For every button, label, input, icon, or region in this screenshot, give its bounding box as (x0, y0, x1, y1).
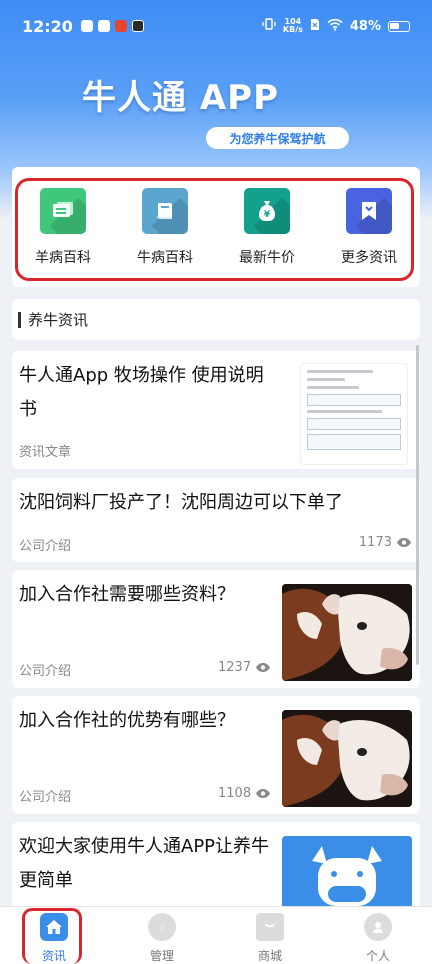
tab-label: 商城 (257, 949, 282, 963)
quick-link-sheep-disease[interactable]: 羊病百科 (12, 188, 114, 267)
news-item[interactable]: 牛人通App 牧场操作 使用说明书 资讯文章 (12, 351, 420, 469)
quick-link-label: 羊病百科 (35, 250, 91, 266)
quick-link-more-news[interactable]: 更多资讯 (318, 188, 420, 267)
bookmark-icon (346, 188, 392, 234)
tab-label: 个人 (365, 949, 390, 963)
eye-icon (256, 663, 271, 672)
section-marker (18, 311, 21, 328)
news-item[interactable]: 沈阳饲料厂投产了！沈阳周边可以下单了 公司介绍 1173 (12, 478, 420, 562)
play-icon (131, 20, 144, 32)
app-logo-thumbnail (282, 836, 412, 912)
quick-link-cattle-disease[interactable]: 牛病百科 (114, 188, 216, 267)
view-count: 1173 (359, 535, 412, 550)
view-count-value: 1173 (358, 535, 392, 550)
sim-icon (310, 18, 320, 35)
shop-icon (256, 913, 284, 941)
tab-manage[interactable]: 管理 (108, 907, 216, 964)
highlight-outline (22, 908, 82, 964)
news-category: 资讯文章 (19, 445, 72, 460)
view-count: 1108 (218, 786, 271, 801)
vibrate-icon (262, 17, 276, 35)
user-icon (364, 913, 392, 941)
notification-icons (80, 20, 144, 32)
tab-label: 管理 (149, 949, 174, 963)
status-bar: 12:20 104 KB/s 48% (0, 0, 432, 52)
eye-icon (397, 538, 411, 547)
view-count-value: 1237 (218, 660, 252, 675)
quick-links: 羊病百科 牛病百科 ¥ 最新牛价 更多资讯 (12, 188, 420, 267)
tab-profile[interactable]: 个人 (324, 907, 432, 964)
money-bag-icon: ¥ (244, 188, 290, 234)
quick-link-label: 更多资讯 (341, 250, 397, 266)
slogan-badge: 为您养牛保驾护航 (206, 127, 349, 149)
cow-photo (282, 584, 412, 681)
app-notification-icon (80, 20, 93, 32)
cow-photo (282, 710, 412, 807)
book-stack-icon (40, 188, 86, 234)
view-count-value: 1108 (218, 786, 252, 801)
status-time: 12:20 (22, 16, 73, 36)
mail-icon (97, 20, 110, 32)
wifi-icon (327, 18, 343, 35)
battery-percent: 48% (349, 18, 381, 34)
news-title: 加入合作社的优势有哪些？ (19, 710, 235, 731)
section-title: 养牛资讯 (28, 311, 89, 329)
compass-icon (148, 913, 176, 941)
view-count: 1237 (218, 660, 271, 675)
book-icon (142, 188, 188, 234)
quick-link-cattle-price[interactable]: ¥ 最新牛价 (216, 188, 318, 267)
net-speed-unit: KB/s (282, 25, 303, 34)
news-title: 欢迎大家使用牛人通APP让养牛更简单 (19, 836, 270, 891)
news-item[interactable]: 加入合作社需要哪些资料？ 公司介绍 1237 (12, 570, 420, 688)
eye-icon (256, 789, 271, 798)
quick-link-label: 最新牛价 (239, 250, 295, 266)
news-title: 沈阳饲料厂投产了！沈阳周边可以下单了 (19, 492, 343, 513)
scrollbar[interactable] (416, 345, 419, 665)
news-category: 公司介绍 (19, 790, 72, 805)
news-title: 加入合作社需要哪些资料？ (19, 584, 235, 605)
svg-text:¥: ¥ (264, 210, 271, 220)
battery-icon (388, 20, 410, 32)
status-right: 104 KB/s 48% (262, 17, 410, 35)
section-header: 养牛资讯 (12, 299, 420, 340)
news-thumbnail (300, 363, 408, 465)
tab-shop[interactable]: 商城 (216, 907, 324, 964)
news-category: 公司介绍 (19, 539, 72, 554)
news-title: 牛人通App 牧场操作 使用说明书 (19, 365, 264, 420)
quick-link-label: 牛病百科 (137, 250, 193, 266)
news-item[interactable]: 加入合作社的优势有哪些？ 公司介绍 1108 (12, 696, 420, 814)
net-speed: 104 KB/s (283, 18, 303, 34)
news-item[interactable]: 欢迎大家使用牛人通APP让养牛更简单 (12, 822, 420, 912)
app-title: 牛人通 APP (82, 78, 279, 118)
news-category: 公司介绍 (19, 664, 72, 679)
app-notification-icon (114, 20, 127, 32)
